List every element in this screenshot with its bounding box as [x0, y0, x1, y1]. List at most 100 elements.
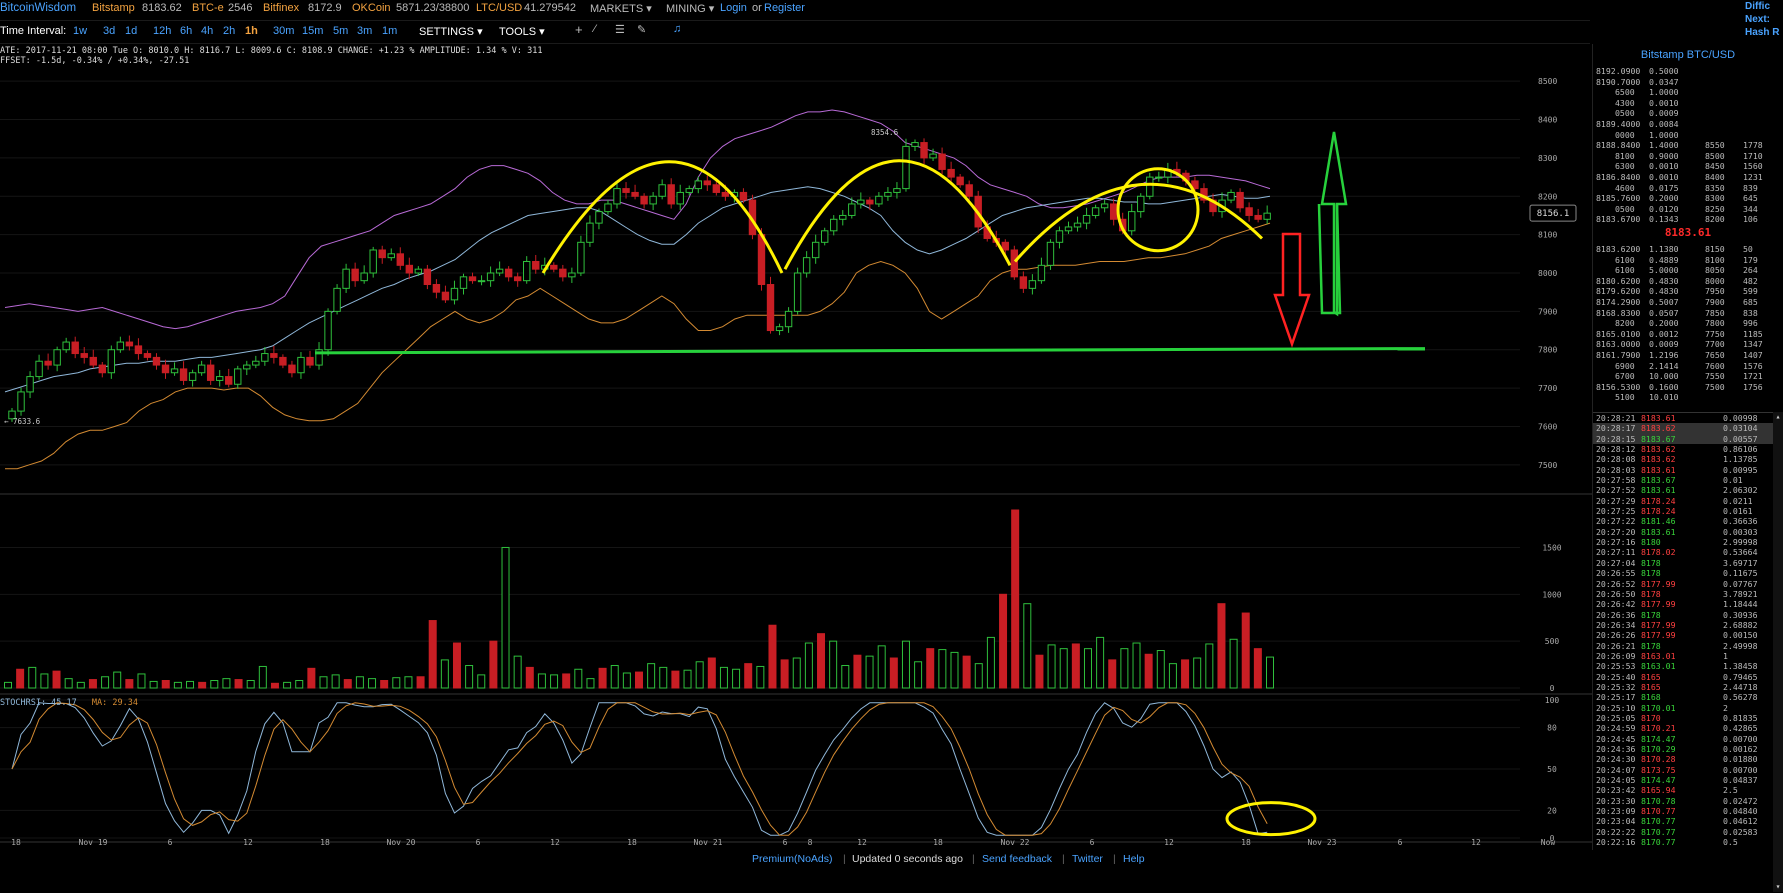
- trade-cell: 8170.21: [1641, 723, 1676, 734]
- trade-cell: 20:27:22: [1596, 516, 1636, 527]
- volume-bar: [1253, 648, 1262, 689]
- feedback-link[interactable]: Send feedback: [982, 853, 1052, 865]
- bid-cell: 8179.6200: [1596, 286, 1641, 297]
- footer: Premium(NoAds) | Updated 0 seconds ago |…: [0, 850, 1783, 867]
- trade-cell: 20:25:32: [1596, 681, 1636, 692]
- bid-row: 8163.0000 0.0009 7700 1347: [1593, 339, 1783, 350]
- candle-body: [595, 211, 603, 224]
- mining-menu[interactable]: MINING ▾: [666, 2, 714, 15]
- trade-row: 20:26:26 8177.99 0.00150: [1593, 630, 1783, 640]
- volume-bar: [950, 651, 959, 689]
- lines-icon[interactable]: ☰: [615, 23, 625, 36]
- volume-bar: [1241, 612, 1250, 689]
- ask-cell: 8186.8400: [1596, 171, 1641, 182]
- interval-1d[interactable]: 1d: [125, 25, 137, 37]
- twitter-link[interactable]: Twitter: [1072, 853, 1103, 865]
- interval-6h[interactable]: 6h: [180, 25, 192, 37]
- candle-body: [279, 356, 287, 366]
- trade-cell: 8178: [1641, 568, 1661, 579]
- band-upper-line: [4, 109, 1271, 330]
- bid-cell: 5.0000: [1649, 265, 1679, 276]
- trade-cell: 8165: [1641, 671, 1661, 682]
- line-icon[interactable]: ⁄: [594, 23, 596, 35]
- bid-cell: 685: [1743, 296, 1758, 307]
- trade-cell: 20:28:17: [1596, 423, 1636, 434]
- trade-cell: 8177.99: [1641, 578, 1676, 589]
- ticker-exchange-bitstamp[interactable]: Bitstamp: [92, 2, 135, 14]
- trade-cell: 1.38458: [1723, 661, 1758, 672]
- trade-history[interactable]: 20:28:21 8183.61 0.00998 20:28:17 8183.62 0.0…: [1593, 412, 1783, 893]
- interval-2h[interactable]: 2h: [223, 25, 235, 37]
- ask-row: 8100 0.9000 8500 1710: [1593, 151, 1783, 162]
- trade-cell: 0.00995: [1723, 464, 1758, 475]
- trade-cell: 20:25:17: [1596, 692, 1636, 703]
- candle-body: [929, 153, 937, 159]
- ticker-exchange-btce[interactable]: BTC-e: [192, 2, 224, 14]
- help-link[interactable]: Help: [1123, 853, 1145, 865]
- interval-30m[interactable]: 30m: [273, 25, 294, 37]
- interval-1m[interactable]: 1m: [382, 25, 397, 37]
- plus-icon[interactable]: +: [575, 22, 583, 37]
- bid-cell: 8163.0000: [1596, 339, 1641, 350]
- register-link[interactable]: Register: [764, 2, 805, 14]
- ask-cell: 6500: [1615, 87, 1635, 98]
- volume-bar: [974, 663, 983, 689]
- footer-separator: |: [843, 853, 846, 865]
- volume-bar: [877, 645, 886, 689]
- ticker-exchange-ltcusd[interactable]: LTC/USD: [476, 2, 522, 14]
- trade-cell: 2.49998: [1723, 640, 1758, 651]
- brush-icon[interactable]: ✎: [637, 23, 646, 36]
- candle-body: [857, 199, 865, 205]
- volume-bar: [137, 673, 146, 689]
- price-chart[interactable]: 8500840083008200810080007900780077007600…: [0, 42, 1592, 850]
- ask-row: 8185.7600 0.2000 8300 645: [1593, 193, 1783, 204]
- interval-15m[interactable]: 15m: [302, 25, 323, 37]
- volume-bar: [452, 642, 461, 689]
- ask-cell: 1778: [1743, 140, 1763, 151]
- candle-body: [676, 191, 684, 205]
- bid-cell: 6100: [1615, 265, 1635, 276]
- trade-cell: 1.18444: [1723, 599, 1758, 610]
- brand-logo[interactable]: BitcoinWisdom: [0, 2, 76, 14]
- tools-menu[interactable]: TOOLS ▾: [499, 25, 545, 38]
- trade-cell: 0.11675: [1723, 568, 1758, 579]
- scroll-down-icon[interactable]: ▾: [1774, 882, 1782, 892]
- interval-3d[interactable]: 3d: [103, 25, 115, 37]
- trade-cell: 0.00303: [1723, 526, 1758, 537]
- ask-row: 4300 0.0010: [1593, 98, 1783, 109]
- bid-cell: 1347: [1743, 339, 1763, 350]
- chevron-down-icon: ▾: [646, 3, 652, 15]
- settings-menu[interactable]: SETTINGS ▾: [419, 25, 483, 38]
- difficulty-panel: Diffic Next: Hash R: [1745, 0, 1783, 40]
- interval-4h[interactable]: 4h: [201, 25, 213, 37]
- interval-12h[interactable]: 12h: [153, 25, 171, 37]
- bell-icon[interactable]: ♫: [673, 23, 681, 35]
- ticker-exchange-bitfinex[interactable]: Bitfinex: [263, 2, 299, 14]
- ticker-exchange-okcoin[interactable]: OKCoin: [352, 2, 391, 14]
- volume-bar: [40, 673, 49, 689]
- time-tick-label: 18: [627, 838, 637, 847]
- markets-menu[interactable]: MARKETS ▾: [590, 2, 652, 15]
- trade-cell: 8170.01: [1641, 702, 1676, 713]
- candle-body: [297, 356, 305, 374]
- candle-body: [830, 218, 838, 232]
- candle-body: [270, 353, 278, 358]
- trade-cell: 8178: [1641, 640, 1661, 651]
- candle-body: [513, 276, 522, 282]
- volume-bar: [222, 678, 231, 689]
- scroll-up-icon[interactable]: ▴: [1774, 412, 1782, 422]
- candle-body: [712, 184, 721, 193]
- volume-bar: [938, 649, 947, 689]
- candle-body: [902, 145, 910, 190]
- volume-bar: [331, 674, 340, 689]
- login-link[interactable]: Login: [720, 2, 747, 14]
- ask-cell: 8189.4000: [1596, 118, 1641, 129]
- interval-3m[interactable]: 3m: [357, 25, 372, 37]
- candle-body: [604, 203, 612, 213]
- interval-5m[interactable]: 5m: [333, 25, 348, 37]
- trade-cell: 8177.99: [1641, 630, 1676, 641]
- trade-scrollbar[interactable]: ▴ ▾: [1773, 412, 1783, 892]
- premium-link[interactable]: Premium(NoAds): [752, 853, 833, 865]
- interval-1w[interactable]: 1w: [73, 25, 87, 37]
- interval-1h[interactable]: 1h: [245, 25, 258, 37]
